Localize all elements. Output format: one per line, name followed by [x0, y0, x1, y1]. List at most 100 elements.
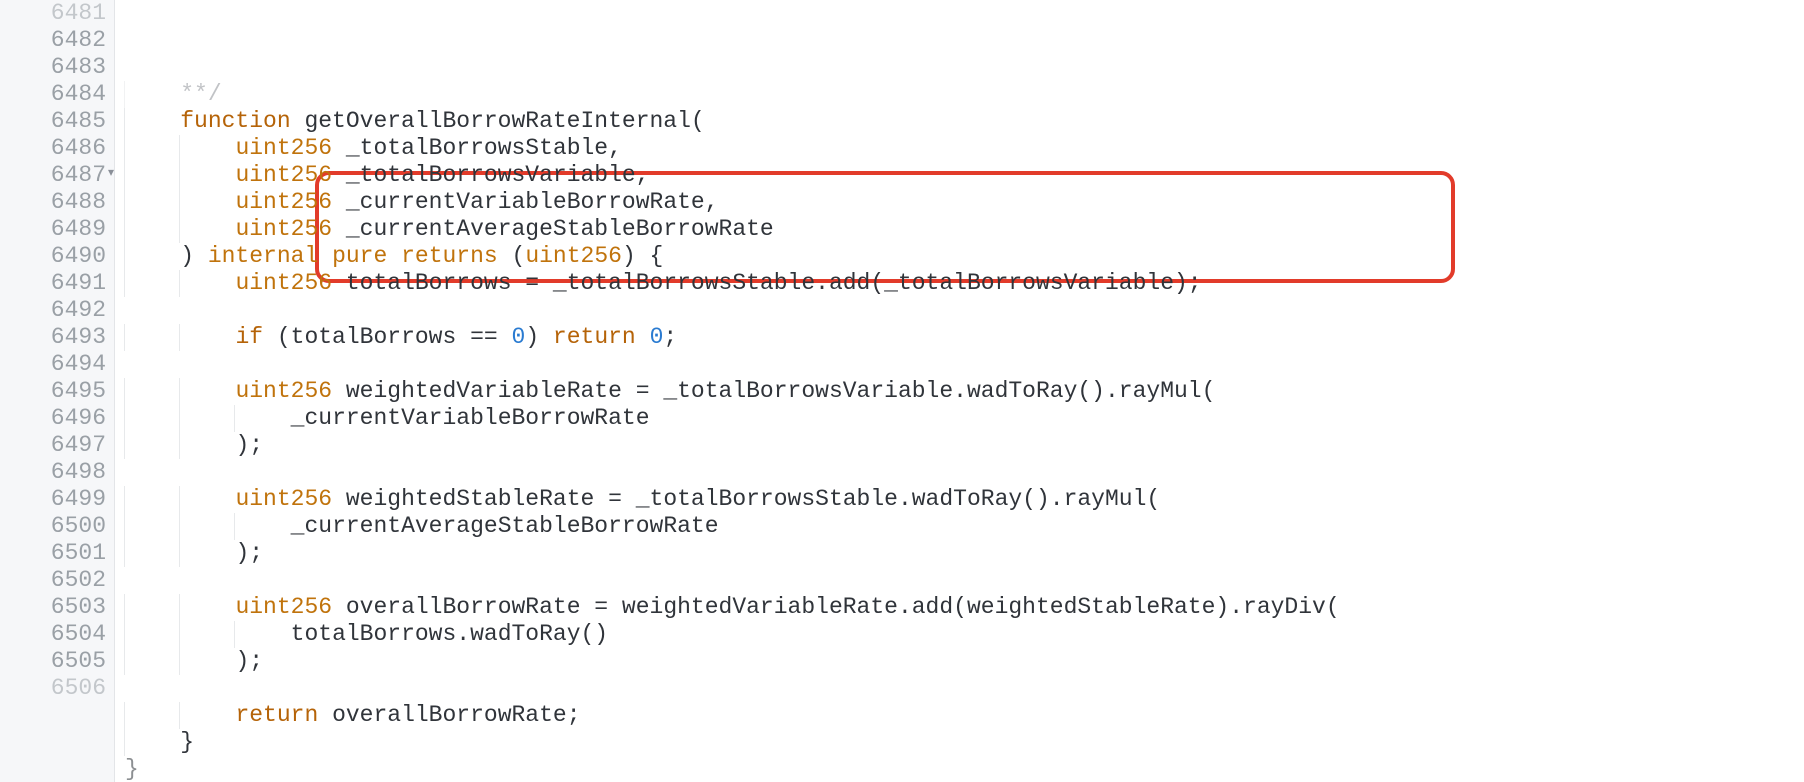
code-token: ); — [235, 540, 263, 566]
indent-guide — [124, 621, 180, 648]
code-token: ) { — [622, 243, 663, 269]
indent-guide — [179, 648, 235, 675]
code-line[interactable]: uint256 overallBorrowRate = weightedVari… — [125, 594, 1804, 621]
indent-guide — [179, 189, 235, 216]
code-token — [387, 243, 401, 269]
code-token: uint256 — [235, 486, 332, 512]
indent-guide — [124, 432, 180, 459]
code-token — [318, 243, 332, 269]
line-number: 6501 — [18, 540, 106, 567]
code-token: _totalBorrowsVariable, — [332, 162, 649, 188]
code-line[interactable]: uint256 weightedStableRate = _totalBorro… — [125, 486, 1804, 513]
code-token: _currentVariableBorrowRate, — [332, 189, 718, 215]
indent-guide — [124, 378, 180, 405]
indent-guide — [124, 486, 180, 513]
code-area[interactable]: **/ function getOverallBorrowRateInterna… — [115, 0, 1804, 782]
indent-guide — [179, 162, 235, 189]
code-line[interactable]: uint256 totalBorrows = _totalBorrowsStab… — [125, 270, 1804, 297]
code-line[interactable] — [125, 675, 1804, 702]
code-token: uint256 — [235, 270, 332, 296]
code-line[interactable]: uint256 _totalBorrowsStable, — [125, 135, 1804, 162]
code-line[interactable]: ) internal pure returns (uint256) { — [125, 243, 1804, 270]
indent-guide — [124, 189, 180, 216]
line-number: 6485 — [18, 108, 106, 135]
code-token: **/ — [180, 81, 221, 107]
line-number: 6484 — [18, 81, 106, 108]
indent-guide — [179, 540, 235, 567]
indent-guide — [179, 405, 235, 432]
code-line[interactable]: **/ — [125, 81, 1804, 108]
indent-guide — [124, 162, 180, 189]
line-number: 6494 — [18, 351, 106, 378]
code-line[interactable] — [125, 297, 1804, 324]
code-token: uint256 — [235, 378, 332, 404]
indent-guide — [234, 405, 290, 432]
code-token: uint256 — [235, 594, 332, 620]
code-line[interactable]: uint256 weightedVariableRate = _totalBor… — [125, 378, 1804, 405]
code-editor[interactable]: 6481648264836484648564866487▾64886489649… — [0, 0, 1804, 782]
code-token: overallBorrowRate = weightedVariableRate… — [332, 594, 1340, 620]
code-line[interactable]: uint256 _totalBorrowsVariable, — [125, 162, 1804, 189]
indent-guide — [179, 135, 235, 162]
code-token: ( — [498, 243, 526, 269]
code-token: _currentVariableBorrowRate — [291, 405, 650, 431]
line-number: 6505 — [18, 648, 106, 675]
line-number: 6502 — [18, 567, 106, 594]
code-line[interactable] — [125, 351, 1804, 378]
code-line[interactable]: } — [125, 729, 1804, 756]
code-line[interactable]: totalBorrows.wadToRay() — [125, 621, 1804, 648]
indent-guide — [234, 621, 290, 648]
code-token: if — [235, 324, 263, 350]
line-number: 6493 — [18, 324, 106, 351]
code-line[interactable]: _currentVariableBorrowRate — [125, 405, 1804, 432]
code-line[interactable]: uint256 _currentAverageStableBorrowRate — [125, 216, 1804, 243]
code-token: return — [553, 324, 636, 350]
code-line[interactable]: ); — [125, 540, 1804, 567]
indent-guide — [124, 324, 180, 351]
line-number: 6498 — [18, 459, 106, 486]
code-line[interactable]: return overallBorrowRate; — [125, 702, 1804, 729]
code-token: function — [180, 108, 290, 134]
code-token: _currentAverageStableBorrowRate — [291, 513, 719, 539]
code-token: weightedVariableRate = _totalBorrowsVari… — [332, 378, 1215, 404]
code-token — [636, 324, 650, 350]
line-number: 6496 — [18, 405, 106, 432]
code-token: 0 — [650, 324, 664, 350]
code-token: 0 — [512, 324, 526, 350]
indent-guide — [124, 513, 180, 540]
code-token: pure — [332, 243, 387, 269]
line-number: 6499 — [18, 486, 106, 513]
indent-guide — [179, 621, 235, 648]
code-line[interactable] — [125, 459, 1804, 486]
code-token: uint256 — [525, 243, 622, 269]
code-line[interactable]: _currentAverageStableBorrowRate — [125, 513, 1804, 540]
indent-guide — [179, 270, 235, 297]
line-number: 6495 — [18, 378, 106, 405]
code-token: ); — [235, 648, 263, 674]
indent-guide — [124, 648, 180, 675]
code-line[interactable]: ); — [125, 432, 1804, 459]
indent-guide — [124, 594, 180, 621]
indent-guide — [124, 702, 180, 729]
indent-guide — [124, 108, 180, 135]
indent-guide — [124, 81, 180, 108]
line-number: 6491 — [18, 270, 106, 297]
line-number: 6497 — [18, 432, 106, 459]
indent-guide — [179, 513, 235, 540]
code-token: (totalBorrows == — [263, 324, 511, 350]
code-token: totalBorrows = _totalBorrowsStable.add(_… — [332, 270, 1202, 296]
fold-marker-icon[interactable]: ▾ — [108, 167, 114, 179]
code-line[interactable]: uint256 _currentVariableBorrowRate, — [125, 189, 1804, 216]
code-token: _totalBorrowsStable, — [332, 135, 622, 161]
code-line[interactable]: ); — [125, 648, 1804, 675]
line-number-gutter: 6481648264836484648564866487▾64886489649… — [0, 0, 115, 782]
code-line[interactable] — [125, 567, 1804, 594]
code-line[interactable]: } — [125, 756, 1804, 782]
code-token: overallBorrowRate; — [318, 702, 580, 728]
code-line[interactable]: function getOverallBorrowRateInternal( — [125, 108, 1804, 135]
line-number: 6506 — [18, 675, 106, 702]
indent-guide — [179, 378, 235, 405]
code-token: uint256 — [235, 189, 332, 215]
indent-guide — [124, 243, 180, 270]
code-line[interactable]: if (totalBorrows == 0) return 0; — [125, 324, 1804, 351]
